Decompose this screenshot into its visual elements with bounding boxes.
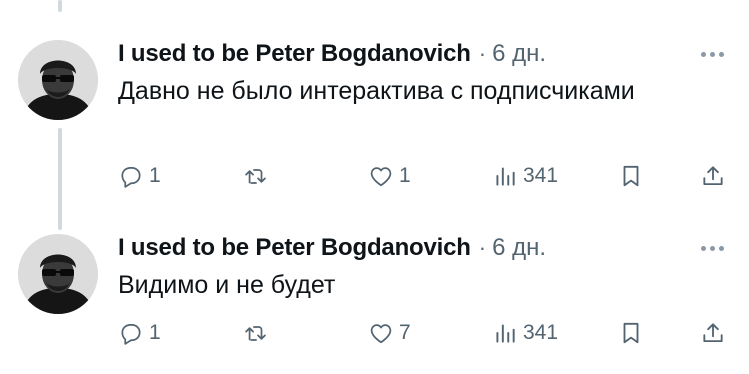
views-count: 341: [523, 321, 559, 344]
more-dots-icon: [700, 245, 706, 251]
like-button[interactable]: 7: [368, 318, 411, 348]
tweet-header: I used to be Peter Bogdanovich · 6 дн.: [118, 38, 546, 70]
more-dot: [718, 51, 724, 57]
repost-arrows-icon: [245, 169, 266, 184]
timestamp[interactable]: 6 дн.: [492, 234, 546, 262]
views-count: 341: [523, 164, 559, 187]
tweet[interactable]: I used to be Peter Bogdanovich · 6 дн. Д…: [0, 38, 749, 198]
repost-arrows-icon: [245, 326, 266, 341]
heart-icon: [370, 167, 392, 187]
heart-icon: [370, 324, 392, 344]
tweet[interactable]: I used to be Peter Bogdanovich · 6 дн. В…: [0, 232, 749, 362]
reply-bubble-icon: [121, 324, 141, 345]
avatar-image: [18, 40, 98, 120]
reply-button[interactable]: 1: [118, 318, 161, 348]
share-button[interactable]: [700, 161, 726, 191]
views-button[interactable]: 341: [492, 161, 558, 191]
tweet-text: Давно не было интерактива с подписчиками: [118, 77, 635, 105]
repost-button[interactable]: [242, 161, 273, 191]
repost-button[interactable]: [242, 318, 273, 348]
reply-count: 1: [149, 164, 161, 187]
reply-count: 1: [149, 321, 161, 344]
more-dots-icon: [700, 51, 706, 57]
separator-dot: ·: [478, 235, 487, 260]
author-name[interactable]: I used to be Peter Bogdanovich: [118, 234, 471, 262]
more-dot: [709, 51, 715, 57]
avatar[interactable]: [18, 40, 98, 120]
more-options-button[interactable]: [694, 240, 730, 256]
avatar-image: [18, 234, 98, 314]
bookmark-button[interactable]: [618, 161, 644, 191]
share-upload-icon: [703, 323, 723, 343]
views-bars-icon: [496, 324, 515, 343]
action-bar: 1 7 341: [118, 318, 728, 348]
tweet-text: Видимо и не будет: [118, 271, 336, 299]
thread-line-top: [58, 0, 62, 12]
more-dot: [718, 245, 724, 251]
like-button[interactable]: 1: [368, 161, 411, 191]
more-dot: [709, 245, 715, 251]
timestamp[interactable]: 6 дн.: [492, 40, 546, 68]
share-button[interactable]: [700, 318, 726, 348]
bookmark-icon: [623, 322, 639, 344]
action-bar: 1 1 341: [118, 161, 728, 191]
bookmark-button[interactable]: [618, 318, 644, 348]
reply-button[interactable]: 1: [118, 161, 161, 191]
avatar[interactable]: [18, 234, 98, 314]
reply-bubble-icon: [121, 167, 141, 188]
tweet-header: I used to be Peter Bogdanovich · 6 дн.: [118, 232, 546, 264]
author-name[interactable]: I used to be Peter Bogdanovich: [118, 40, 471, 68]
separator-dot: ·: [478, 41, 487, 66]
share-upload-icon: [703, 166, 723, 186]
bookmark-icon: [623, 165, 639, 187]
like-count: 7: [399, 321, 411, 344]
views-bars-icon: [496, 167, 515, 186]
like-count: 1: [399, 164, 411, 187]
views-button[interactable]: 341: [492, 318, 558, 348]
more-options-button[interactable]: [694, 46, 730, 62]
